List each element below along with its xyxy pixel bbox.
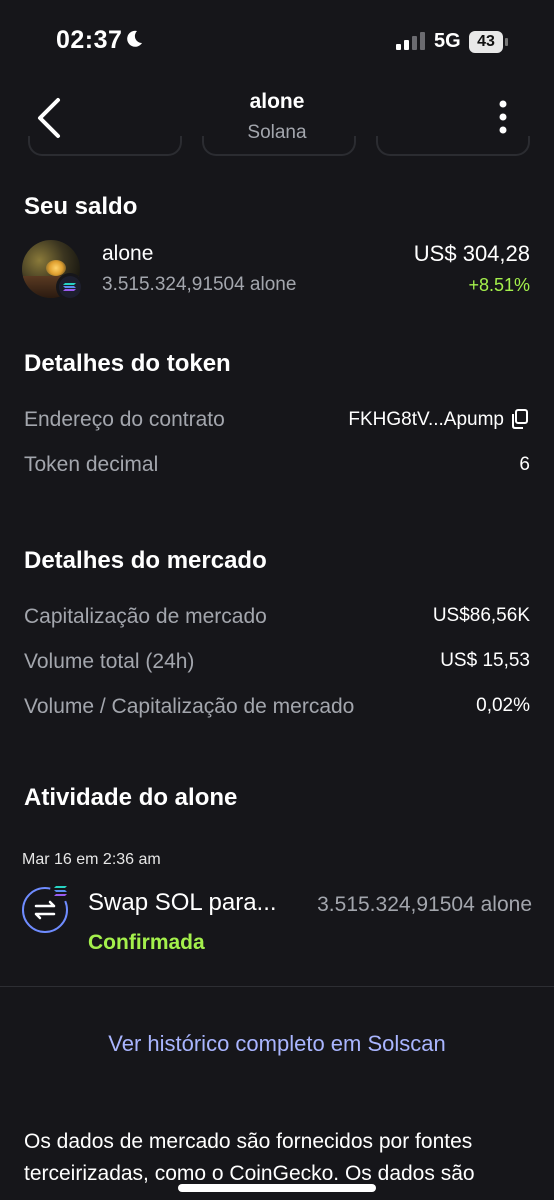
moon-icon bbox=[127, 30, 142, 47]
contract-address-label: Endereço do contrato bbox=[24, 408, 225, 431]
signal-icon bbox=[396, 32, 425, 50]
volume-market-cap-value: 0,02% bbox=[476, 695, 530, 716]
market-details-heading: Detalhes do mercado bbox=[24, 547, 267, 574]
page-title: alone bbox=[249, 90, 305, 113]
activity-heading: Atividade do alone bbox=[24, 784, 238, 811]
transaction-amount: 3.515.324,91504 alone bbox=[317, 893, 532, 916]
solana-badge-icon bbox=[56, 273, 84, 301]
market-data-disclaimer: Os dados de mercado são fornecidos por f… bbox=[24, 1130, 475, 1185]
copy-icon[interactable] bbox=[511, 409, 529, 429]
token-amount: 3.515.324,91504 alone bbox=[102, 274, 297, 295]
action-button-partial[interactable] bbox=[202, 136, 356, 156]
transaction-status: Confirmada bbox=[88, 931, 205, 954]
contract-address-value[interactable]: FKHG8tV...Apump bbox=[348, 409, 504, 431]
volume-market-cap-label: Volume / Capitalização de mercado bbox=[24, 695, 355, 718]
token-details-heading: Detalhes do token bbox=[24, 350, 231, 377]
price-change: +8.51% bbox=[468, 275, 530, 295]
token-decimal-value: 6 bbox=[519, 454, 530, 475]
more-vertical-icon[interactable] bbox=[494, 99, 512, 135]
divider bbox=[0, 986, 554, 987]
balance-heading: Seu saldo bbox=[24, 193, 138, 220]
market-cap-value: US$86,56K bbox=[432, 605, 530, 626]
activity-date: Mar 16 em 2:36 am bbox=[22, 851, 161, 868]
solana-badge-icon bbox=[50, 880, 72, 902]
status-time: 02:37 bbox=[56, 26, 123, 54]
token-name: alone bbox=[102, 242, 154, 265]
fiat-value: US$ 304,28 bbox=[413, 241, 530, 266]
action-button-partial[interactable] bbox=[28, 136, 182, 156]
battery-icon: 43 bbox=[469, 31, 509, 53]
home-indicator[interactable] bbox=[178, 1184, 376, 1192]
solscan-history-link[interactable]: Ver histórico completo em Solscan bbox=[0, 1031, 554, 1057]
battery-level: 43 bbox=[469, 31, 503, 53]
network-type: 5G bbox=[434, 30, 461, 52]
volume-label: Volume total (24h) bbox=[24, 650, 195, 673]
token-decimal-label: Token decimal bbox=[24, 453, 159, 476]
transaction-title[interactable]: Swap SOL para... bbox=[88, 889, 277, 917]
market-cap-label: Capitalização de mercado bbox=[24, 605, 267, 628]
volume-value: US$ 15,53 bbox=[440, 650, 530, 671]
action-button-partial[interactable] bbox=[376, 136, 530, 156]
